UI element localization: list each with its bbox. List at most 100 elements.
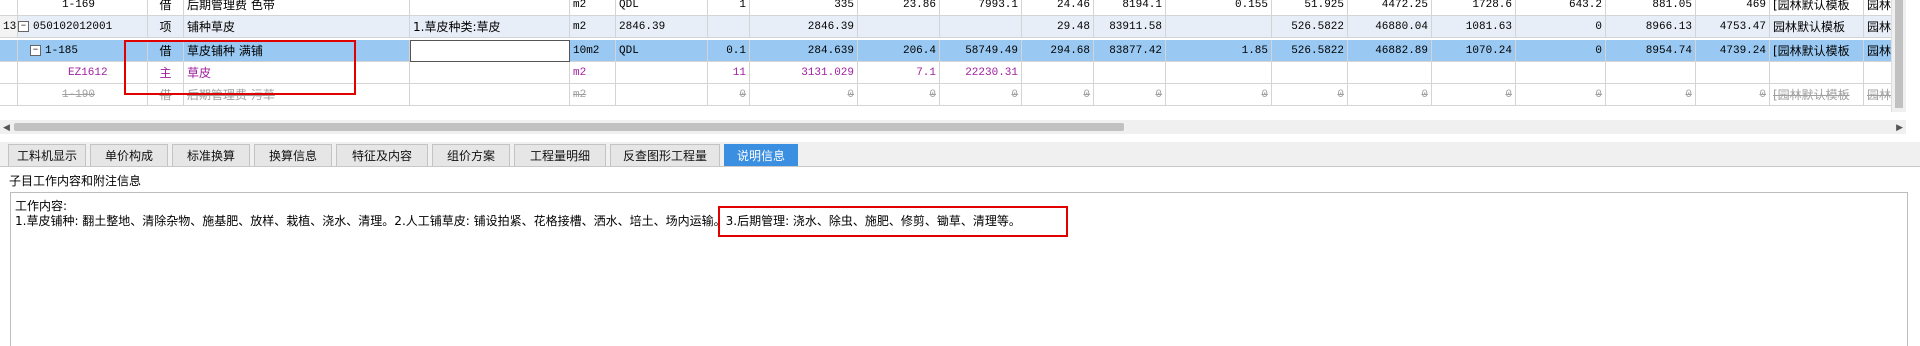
cell-price[interactable]: 7.1 [858, 62, 940, 84]
collapse-icon[interactable]: − [30, 44, 41, 56]
cell-c3[interactable]: 1.85 [1166, 40, 1272, 62]
cell-c9[interactable]: 469 [1696, 0, 1770, 16]
cell-qty2[interactable]: 3131.029 [750, 62, 858, 84]
cell-c7[interactable]: 643.2 [1516, 0, 1606, 16]
table-row[interactable]: 1-169 借 后期管理费 色带 m2 QDL 1 335 23.86 7993.1 24.46 8… [0, 0, 1906, 16]
cell-expr[interactable]: QDL [616, 0, 708, 16]
cell-c2[interactable]: 8194.1 [1094, 0, 1166, 16]
cell-expr[interactable]: 2846.39 [616, 16, 708, 38]
cell-c10[interactable]: [园林默认模板 [1770, 84, 1864, 106]
cell-seq[interactable] [0, 84, 18, 106]
cell-c7[interactable] [1516, 62, 1606, 84]
cell-qty2[interactable]: 335 [750, 0, 858, 16]
cell-c5[interactable]: 46882.89 [1348, 40, 1432, 62]
cell-c8[interactable] [1606, 62, 1696, 84]
cell-seq[interactable] [0, 40, 18, 62]
cell-total[interactable]: 58749.49 [940, 40, 1022, 62]
cell-seq[interactable] [0, 62, 18, 84]
table-row[interactable]: 13−050102012001 项 铺种草皮 1.草皮种类:草皮 m2 2846.39 28… [0, 16, 1906, 38]
cell-c4[interactable]: 0 [1272, 84, 1348, 106]
cell-c10[interactable]: [园林默认模板 [1770, 0, 1864, 16]
cell-qty[interactable]: 11 [708, 62, 750, 84]
cell-c9[interactable]: 0 [1696, 84, 1770, 106]
tab-standard-conversion[interactable]: 标准换算 [172, 144, 250, 166]
cell-c8[interactable]: 881.05 [1606, 0, 1696, 16]
cell-code[interactable]: −050102012001 [18, 16, 148, 38]
scrollbar-thumb[interactable] [14, 123, 1124, 131]
cell-expr[interactable] [616, 84, 708, 106]
cell-qty[interactable]: 0 [708, 84, 750, 106]
cell-feature[interactable] [410, 62, 570, 84]
cell-c1[interactable]: 294.68 [1022, 40, 1094, 62]
tab-description-info[interactable]: 说明信息 [724, 144, 798, 166]
cell-c9[interactable]: 4739.24 [1696, 40, 1770, 62]
cell-seq[interactable] [0, 0, 18, 16]
cell-qty[interactable] [708, 16, 750, 38]
tab-pricing-scheme[interactable]: 组价方案 [432, 144, 510, 166]
cell-c5[interactable] [1348, 62, 1432, 84]
cell-qty[interactable]: 0.1 [708, 40, 750, 62]
tab-unit-price[interactable]: 单价构成 [90, 144, 168, 166]
cell-name[interactable]: 后期管理费 色带 [184, 0, 410, 16]
cell-price[interactable]: 206.4 [858, 40, 940, 62]
cell-c1[interactable]: 24.46 [1022, 0, 1094, 16]
cell-c5[interactable]: 46880.04 [1348, 16, 1432, 38]
cell-c2[interactable]: 0 [1094, 84, 1166, 106]
cell-seq[interactable]: 13 [0, 16, 18, 38]
cell-unit[interactable]: 10m2 [570, 40, 616, 62]
cell-total[interactable] [940, 16, 1022, 38]
cell-c1[interactable] [1022, 62, 1094, 84]
cell-unit[interactable]: m2 [570, 0, 616, 16]
cell-c5[interactable]: 0 [1348, 84, 1432, 106]
cell-feature[interactable] [410, 0, 570, 16]
cell-c4[interactable]: 526.5822 [1272, 16, 1348, 38]
cell-total[interactable]: 22230.31 [940, 62, 1022, 84]
cell-expr[interactable] [616, 62, 708, 84]
cell-code[interactable]: 1-169 [18, 0, 148, 16]
cell-c7[interactable]: 0 [1516, 84, 1606, 106]
tab-labor-material[interactable]: 工料机显示 [8, 144, 86, 166]
cell-c3[interactable] [1166, 16, 1272, 38]
cell-c3[interactable] [1166, 62, 1272, 84]
cell-total[interactable]: 0 [940, 84, 1022, 106]
cell-c6[interactable] [1432, 62, 1516, 84]
cell-price[interactable] [858, 16, 940, 38]
cell-name[interactable]: 铺种草皮 [184, 16, 410, 38]
cell-c4[interactable]: 526.5822 [1272, 40, 1348, 62]
cell-c1[interactable]: 29.48 [1022, 16, 1094, 38]
cell-c4[interactable] [1272, 62, 1348, 84]
cell-qty2[interactable]: 2846.39 [750, 16, 858, 38]
cell-c8[interactable]: 8954.74 [1606, 40, 1696, 62]
cell-unit[interactable]: m2 [570, 16, 616, 38]
cell-price[interactable]: 0 [858, 84, 940, 106]
tab-quantity-detail[interactable]: 工程量明细 [514, 144, 606, 166]
cell-unit[interactable]: m2 [570, 62, 616, 84]
cell-c7[interactable]: 0 [1516, 40, 1606, 62]
cell-c5[interactable]: 4472.25 [1348, 0, 1432, 16]
cell-type[interactable]: 项 [148, 16, 184, 38]
scroll-right-icon[interactable]: ▶ [1896, 120, 1903, 134]
collapse-icon[interactable]: − [18, 20, 29, 32]
cell-feature[interactable] [410, 40, 570, 62]
cell-c8[interactable]: 8966.13 [1606, 16, 1696, 38]
cell-c2[interactable] [1094, 62, 1166, 84]
cell-c6[interactable]: 1070.24 [1432, 40, 1516, 62]
cell-c9[interactable]: 4753.47 [1696, 16, 1770, 38]
cell-c3[interactable]: 0 [1166, 84, 1272, 106]
cell-c10[interactable] [1770, 62, 1864, 84]
cell-c3[interactable]: 0.155 [1166, 0, 1272, 16]
cell-qty2[interactable]: 284.639 [750, 40, 858, 62]
grid-horizontal-scrollbar[interactable]: ◀ ▶ [0, 120, 1906, 134]
cell-c6[interactable]: 1081.63 [1432, 16, 1516, 38]
cell-c6[interactable]: 0 [1432, 84, 1516, 106]
cell-qty2[interactable]: 0 [750, 84, 858, 106]
cell-c4[interactable]: 51.925 [1272, 0, 1348, 16]
cell-c10[interactable]: 园林默认模板 [1770, 16, 1864, 38]
cell-expr[interactable]: QDL [616, 40, 708, 62]
tab-conversion-info[interactable]: 换算信息 [254, 144, 332, 166]
cell-c2[interactable]: 83911.58 [1094, 16, 1166, 38]
tab-features[interactable]: 特征及内容 [336, 144, 428, 166]
cell-unit[interactable]: m2 [570, 84, 616, 106]
cell-c9[interactable] [1696, 62, 1770, 84]
cell-c8[interactable]: 0 [1606, 84, 1696, 106]
